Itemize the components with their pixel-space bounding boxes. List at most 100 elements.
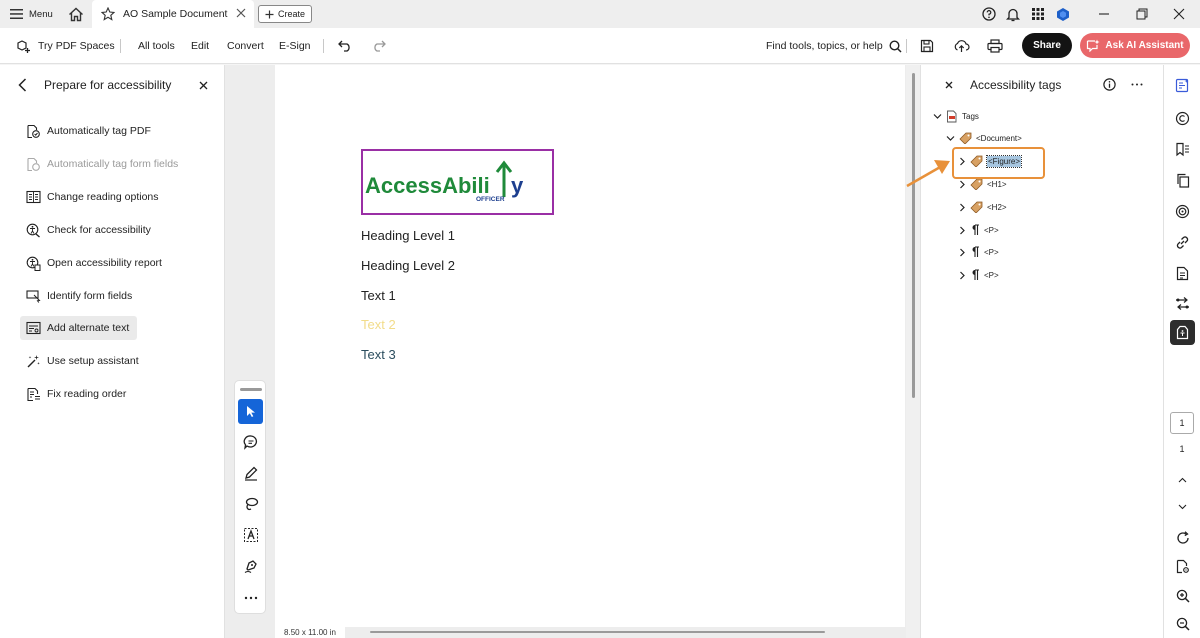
close-panel-icon[interactable] — [199, 81, 208, 90]
next-page-button[interactable] — [1170, 494, 1195, 519]
pages-button[interactable] — [1170, 168, 1195, 193]
profile-button[interactable] — [1056, 0, 1070, 28]
convert-menu[interactable]: Convert — [227, 28, 264, 64]
page-number-input[interactable]: 1 — [1170, 412, 1194, 434]
item-label: Identify form fields — [47, 290, 133, 302]
comments-button[interactable] — [1170, 106, 1195, 131]
check-accessibility-item[interactable]: Check for accessibility — [20, 218, 151, 242]
minimize-button[interactable] — [1098, 0, 1110, 28]
bookmarks-button[interactable] — [1170, 137, 1195, 162]
auto-tag-pdf-item[interactable]: Automatically tag PDF — [20, 119, 151, 143]
compare-button[interactable] — [1170, 291, 1195, 316]
add-alternate-text-item[interactable]: Add alternate text — [20, 316, 137, 340]
drag-handle[interactable] — [240, 388, 262, 391]
save-button[interactable] — [920, 28, 934, 64]
fix-reading-order-item[interactable]: Fix reading order — [20, 382, 137, 406]
select-tool-button[interactable] — [238, 399, 263, 424]
sign-tool-button[interactable] — [238, 553, 263, 578]
chevron-right-icon[interactable] — [959, 271, 966, 280]
tag-p-row[interactable]: <P> — [959, 245, 999, 259]
use-setup-assistant-item[interactable]: Use setup assistant — [20, 349, 139, 373]
back-arrow-icon[interactable] — [18, 78, 27, 92]
star-icon[interactable] — [101, 7, 115, 21]
undo-button[interactable] — [338, 28, 353, 64]
logo-main-text: AccessAbili — [365, 173, 490, 198]
chevron-right-icon[interactable] — [959, 248, 966, 257]
right-tool-rail: 1 1 — [1163, 65, 1200, 638]
menu-button[interactable]: Menu — [10, 0, 53, 28]
stamp-button[interactable] — [1170, 199, 1195, 224]
highlight-tool-button[interactable] — [238, 460, 263, 485]
item-label: Automatically tag PDF — [47, 125, 151, 137]
open-accessibility-report-item[interactable]: Open accessibility report — [20, 251, 162, 275]
setup-assistant-icon — [26, 354, 41, 369]
find-tools-search[interactable]: Find tools, topics, or help — [766, 28, 902, 64]
change-reading-options-item[interactable]: Change reading options — [20, 185, 159, 209]
previous-page-button[interactable] — [1170, 467, 1195, 492]
close-window-button[interactable] — [1173, 0, 1185, 28]
horizontal-scrollbar[interactable] — [370, 631, 825, 633]
tag-p-row[interactable]: <P> — [959, 268, 999, 282]
print-button[interactable] — [987, 28, 1003, 64]
chevron-down-icon[interactable] — [946, 135, 955, 142]
compare-arrows-icon — [1175, 296, 1190, 311]
create-button[interactable]: Create — [258, 5, 312, 23]
home-button[interactable] — [68, 0, 84, 28]
heading-level-2: Heading Level 2 — [361, 258, 455, 273]
esign-menu[interactable]: E-Sign — [279, 28, 311, 64]
scrollbar-thumb[interactable] — [912, 73, 915, 398]
zoom-out-button[interactable] — [1170, 611, 1195, 636]
apps-button[interactable] — [1032, 0, 1044, 28]
reading-order-icon — [26, 387, 41, 402]
tags-root-row[interactable]: Tags — [933, 109, 979, 123]
notifications-button[interactable] — [1006, 0, 1020, 28]
text-select-tool-button[interactable] — [238, 522, 263, 547]
save-icon — [920, 39, 934, 53]
bookmark-icon — [1175, 142, 1190, 157]
apps-grid-icon — [1032, 8, 1044, 20]
identify-form-fields-item[interactable]: Identify form fields — [20, 284, 137, 308]
comment-bubble-icon — [1175, 111, 1190, 126]
help-button[interactable] — [982, 0, 996, 28]
comment-tool-button[interactable] — [238, 429, 263, 454]
more-tools-button[interactable] — [238, 585, 263, 610]
accessibility-tags-button[interactable] — [1170, 320, 1195, 345]
item-label: Add alternate text — [47, 322, 130, 334]
tag-h2-row[interactable]: <H2> — [959, 200, 1007, 214]
hamburger-icon — [10, 9, 23, 19]
document-viewer[interactable]: AccessAbili y OFFICER Heading Level 1 He… — [225, 65, 906, 638]
all-tools-menu[interactable]: All tools — [138, 28, 175, 64]
chevron-down-icon[interactable] — [933, 113, 942, 120]
draw-tool-button[interactable] — [238, 491, 263, 516]
close-tags-panel-icon[interactable] — [945, 81, 953, 89]
attachments-button[interactable] — [1170, 230, 1195, 255]
tab-document[interactable]: AO Sample Document — [92, 0, 254, 28]
chevron-right-icon[interactable] — [959, 203, 966, 212]
figure-logo[interactable]: AccessAbili y OFFICER — [361, 149, 554, 215]
vertical-scrollbar[interactable] — [906, 65, 927, 638]
ai-summary-button[interactable] — [1170, 73, 1195, 98]
tags-file-icon — [946, 110, 958, 123]
rotate-button[interactable] — [1170, 525, 1195, 550]
info-icon[interactable] — [1103, 78, 1116, 91]
ai-assistant-button[interactable]: Ask AI Assistant — [1080, 33, 1190, 58]
tag-icon — [970, 201, 983, 213]
restore-button[interactable] — [1136, 0, 1148, 28]
upload-button[interactable] — [953, 28, 970, 64]
tree-label: <P> — [984, 225, 999, 235]
document-properties-button[interactable] — [1170, 261, 1195, 286]
tag-document-row[interactable]: <Document> — [946, 131, 1022, 145]
close-tab-icon[interactable] — [236, 8, 246, 18]
chevron-right-icon[interactable] — [959, 226, 966, 235]
share-button[interactable]: Share — [1022, 33, 1072, 58]
page-settings-button[interactable] — [1170, 554, 1195, 579]
tag-p-row[interactable]: <P> — [959, 223, 999, 237]
tag-h1-row[interactable]: <H1> — [959, 177, 1007, 191]
redo-button[interactable] — [371, 28, 386, 64]
edit-menu[interactable]: Edit — [191, 28, 209, 64]
chevron-right-icon[interactable] — [959, 180, 966, 189]
pdf-spaces-button[interactable]: Try PDF Spaces — [16, 28, 115, 64]
pdf-page[interactable]: AccessAbili y OFFICER Heading Level 1 He… — [275, 65, 905, 627]
more-options-icon[interactable] — [1131, 83, 1143, 86]
zoom-in-button[interactable] — [1170, 583, 1195, 608]
